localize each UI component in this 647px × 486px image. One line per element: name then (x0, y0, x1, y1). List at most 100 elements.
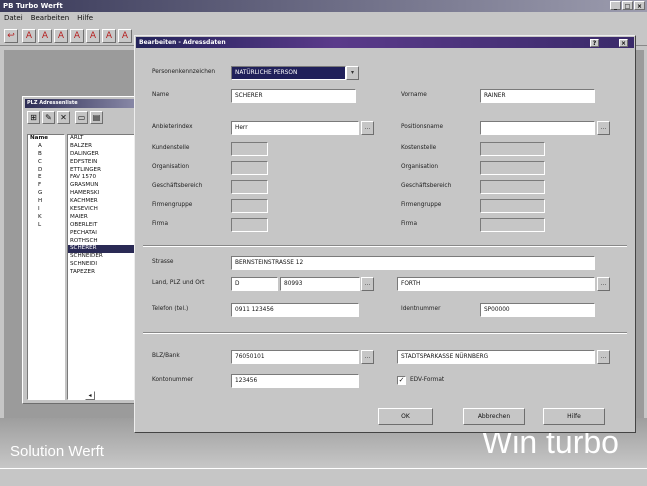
letter-index-item[interactable]: B (28, 151, 64, 159)
address-e-icon[interactable]: A (86, 29, 100, 43)
country-field[interactable]: D (231, 277, 278, 291)
list-item[interactable]: BALZER (68, 143, 136, 151)
menu-hilfe[interactable]: Hilfe (77, 12, 93, 25)
person-type-select[interactable]: NATÜRLICHE PERSON (231, 66, 346, 80)
letter-index-item[interactable]: K (28, 214, 64, 222)
bank-name-dropdown-icon[interactable]: … (597, 350, 610, 364)
dialog-help-icon[interactable]: ? (590, 39, 599, 47)
position-field[interactable] (480, 121, 595, 135)
edv-format-label: EDV-Format (410, 377, 445, 383)
zip-field[interactable]: 80993 (280, 277, 360, 291)
maximize-button[interactable]: □ (622, 1, 633, 10)
person-type-label: Personenkennzeichen (152, 69, 216, 75)
list-item[interactable]: MAIER (68, 214, 136, 222)
area-field (231, 180, 268, 194)
dialog-title-bar: Bearbeiten - Adressdaten ? × (136, 37, 634, 48)
bank-label: BLZ/Bank (152, 353, 180, 359)
salutation-dropdown-icon[interactable]: … (361, 121, 374, 135)
bank-code-dropdown-icon[interactable]: … (361, 350, 374, 364)
open-icon[interactable]: ↩ (4, 29, 18, 43)
menu-bearbeiten[interactable]: Bearbeiten (31, 12, 69, 25)
phone-field[interactable]: 0911 123456 (231, 303, 359, 317)
account-field[interactable]: 123456 (231, 374, 359, 388)
company2-label: Firma (401, 221, 418, 227)
scroll-left-icon[interactable]: ◂ (85, 391, 95, 400)
street-field[interactable]: BERNSTEINSTRASSE 12 (231, 256, 595, 270)
letter-column-header: Name (30, 135, 49, 141)
letter-index-item[interactable]: I (28, 206, 64, 214)
brand-solution-werft: Solution Werft (10, 443, 104, 460)
name-label: Name (152, 92, 170, 98)
help-button[interactable]: Hilfe (543, 408, 605, 425)
address-edit-dialog: Bearbeiten - Adressdaten ? × Personenken… (134, 35, 636, 433)
area2-field (480, 180, 545, 194)
letter-index-item[interactable]: G (28, 190, 64, 198)
list-item[interactable]: ARLT (68, 135, 136, 143)
name-list[interactable]: ARLT BALZER DALINGER EDFSTEIN ETTLINGER FAV 1… (67, 134, 137, 400)
menu-datei[interactable]: Datei (4, 12, 23, 25)
area2-label: Geschäftsbereich (401, 183, 452, 189)
list-item[interactable]: TAPEZER (68, 269, 136, 277)
ident-field[interactable]: SP00000 (480, 303, 595, 317)
list-item[interactable]: OBERLEIT (68, 222, 136, 230)
address-b-icon[interactable]: A (38, 29, 52, 43)
letter-index-item[interactable]: F (28, 182, 64, 190)
ident-label: Identnummer (401, 306, 441, 312)
bank-name-field[interactable]: STADTSPARKASSE NÜRNBERG (397, 350, 595, 364)
list-item[interactable]: SCHERER (68, 245, 136, 254)
list-item[interactable]: PECHATAI (68, 230, 136, 238)
zip-dropdown-icon[interactable]: … (361, 277, 374, 291)
letter-index-item[interactable]: H (28, 198, 64, 206)
list-toolbar: ⊞ ✎ ✕ ▭ ▤ (27, 111, 137, 127)
cancel-button[interactable]: Abbrechen (463, 408, 525, 425)
address-c-icon[interactable]: A (54, 29, 68, 43)
list-item[interactable]: SCHNEIDI (68, 261, 136, 269)
delete-record-icon[interactable]: ✕ (57, 111, 70, 124)
letter-index-item[interactable]: A (28, 143, 64, 151)
letter-index-item[interactable]: E (28, 174, 64, 182)
list-item[interactable]: EDFSTEIN (68, 159, 136, 167)
list-item[interactable]: SCHNEIDER (68, 253, 136, 261)
account-label: Kontonummer (152, 377, 194, 383)
firstname-field[interactable]: RAINER (480, 89, 595, 103)
letter-index-item[interactable]: D (28, 167, 64, 175)
letter-index-item[interactable]: C (28, 159, 64, 167)
salutation-label: Anbieterindex (152, 124, 193, 130)
document-icon[interactable]: ▭ (75, 111, 88, 124)
position-dropdown-icon[interactable]: … (597, 121, 610, 135)
address-g-icon[interactable]: A (118, 29, 132, 43)
minimize-button[interactable]: _ (610, 1, 621, 10)
customer-field (231, 142, 268, 156)
list-item[interactable]: HAMERSKI (68, 190, 136, 198)
name-field[interactable]: SCHERER (231, 89, 356, 103)
company-label: Firma (152, 221, 169, 227)
edv-format-checkbox[interactable]: ✓ (397, 376, 406, 385)
ok-button[interactable]: OK (378, 408, 433, 425)
menu-bar: Datei Bearbeiten Hilfe (0, 12, 647, 25)
close-button[interactable]: × (634, 1, 645, 10)
list-item[interactable]: KESEVICH (68, 206, 136, 214)
org-label: Organisation (152, 164, 190, 170)
address-d-icon[interactable]: A (70, 29, 84, 43)
address-f-icon[interactable]: A (102, 29, 116, 43)
print-icon[interactable]: ▤ (90, 111, 103, 124)
salutation-field[interactable]: Herr (231, 121, 359, 135)
list-item[interactable]: GRASMUN (68, 182, 136, 190)
list-item[interactable]: DALINGER (68, 151, 136, 159)
bank-code-field[interactable]: 76050101 (231, 350, 359, 364)
address-a-icon[interactable]: A (22, 29, 36, 43)
city-field[interactable]: FORTH (397, 277, 595, 291)
status-bar (0, 468, 647, 486)
list-item[interactable]: ROTHSCH (68, 238, 136, 246)
person-type-dropdown-icon[interactable]: ▾ (346, 66, 359, 80)
list-item[interactable]: KACHMER (68, 198, 136, 206)
check-icon: ✓ (398, 376, 405, 384)
letter-index-item[interactable]: L (28, 222, 64, 230)
edit-record-icon[interactable]: ✎ (42, 111, 55, 124)
city-dropdown-icon[interactable]: … (597, 277, 610, 291)
list-item[interactable]: FAV 1570 (68, 174, 136, 182)
country-label: Land, PLZ und Ort (152, 280, 205, 286)
dialog-close-icon[interactable]: × (619, 39, 628, 47)
list-item[interactable]: ETTLINGER (68, 167, 136, 175)
new-record-icon[interactable]: ⊞ (27, 111, 40, 124)
